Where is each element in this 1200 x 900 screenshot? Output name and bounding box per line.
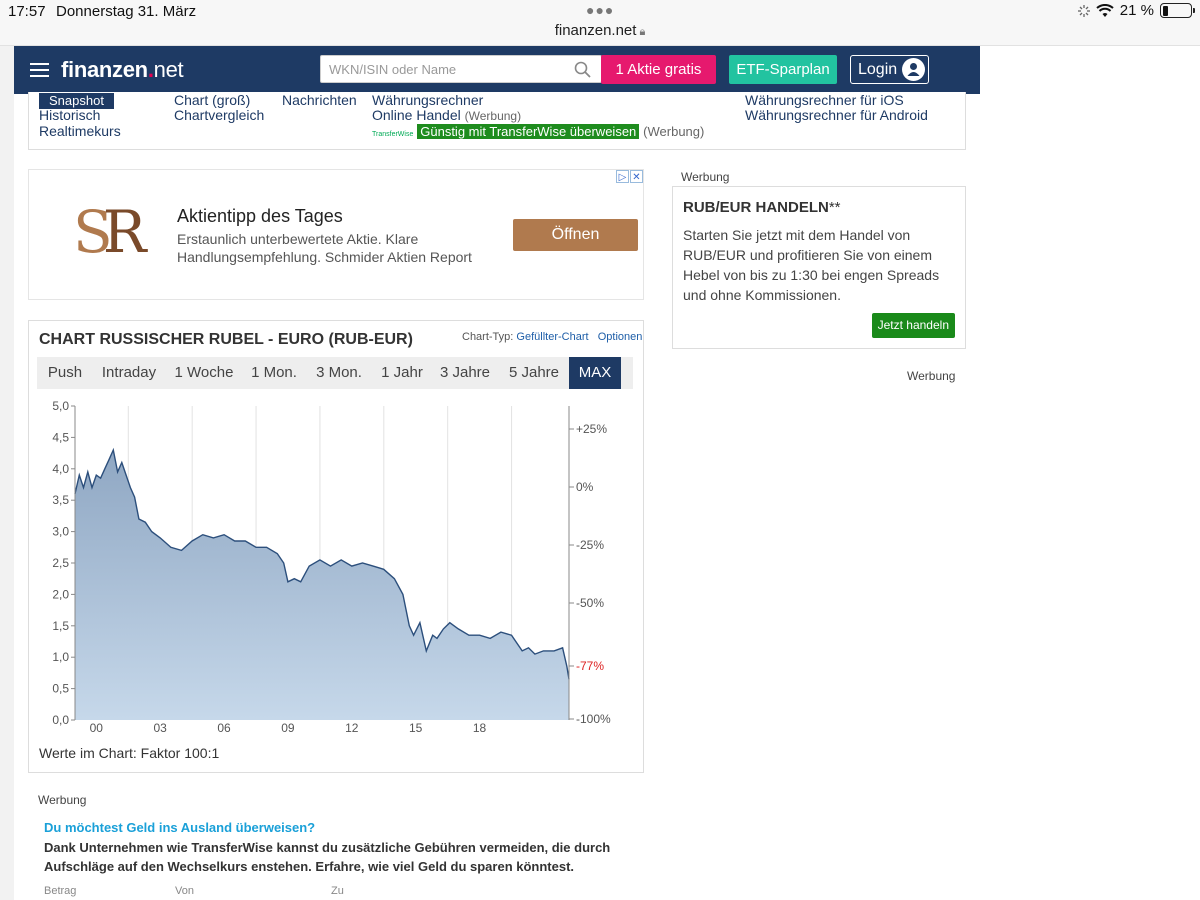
nav-news[interactable]: Nachrichten (282, 92, 357, 108)
battery-percent: 21 % (1119, 2, 1154, 19)
ad-label-2: Werbung (907, 369, 956, 383)
sub-navigation: Snapshot Historisch Realtimekurs Chart (… (28, 92, 966, 150)
x-tick-label: 18 (473, 721, 487, 735)
from-label: Von (175, 885, 194, 897)
y-tick-label: 0,5 (52, 682, 69, 696)
x-tick-label: 15 (409, 721, 423, 735)
transfer-question[interactable]: Du möchtest Geld ins Ausland überweisen? (44, 820, 315, 835)
nav-chart-large[interactable]: Chart (groß) (174, 92, 250, 108)
ad-text: Erstaunlich unterbewertete Aktie. Klare … (177, 231, 472, 265)
user-icon (902, 58, 925, 81)
trade-box: RUB/EUR HANDELN** Starten Sie jetzt mit … (672, 186, 966, 349)
search-box (320, 55, 602, 83)
timeframe-tabs: Push Intraday 1 Woche 1 Mon. 3 Mon. 1 Ja… (37, 357, 633, 389)
nav-transferwise[interactable]: TransferWise Günstig mit TransferWise üb… (372, 123, 704, 139)
chart-panel: CHART RUSSISCHER RUBEL - EURO (RUB-EUR) … (28, 320, 644, 773)
tab-3-years[interactable]: 3 Jahre (431, 357, 499, 389)
to-label: Zu (331, 885, 344, 897)
y-tick-label: 4,0 (52, 462, 69, 476)
battery-icon (1160, 3, 1195, 18)
adchoices-icon[interactable]: ▷ (616, 170, 629, 183)
tab-1-week[interactable]: 1 Woche (165, 357, 243, 389)
transferwise-logo: TransferWise (372, 131, 414, 138)
chart-type-link[interactable]: Gefüllter-Chart (516, 331, 588, 343)
x-tick-label: 00 (90, 721, 104, 735)
tab-1-month[interactable]: 1 Mon. (243, 357, 305, 389)
y2-tick-label: -100% (576, 712, 611, 726)
x-tick-label: 06 (217, 721, 231, 735)
login-button[interactable]: Login (850, 55, 929, 84)
free-stock-button[interactable]: 1 Aktie gratis (601, 55, 716, 84)
ad-title: Aktientipp des Tages (177, 206, 343, 226)
tab-5-years[interactable]: 5 Jahre (499, 357, 569, 389)
ad-banner[interactable]: SR Aktientipp des Tages Erstaunlich unte… (28, 169, 644, 300)
y2-tick-label: 0% (576, 480, 594, 494)
x-tick-label: 09 (281, 721, 295, 735)
transfer-text: Dank Unternehmen wie TransferWise kannst… (44, 840, 611, 874)
trade-now-button[interactable]: Jetzt handeln (871, 313, 955, 338)
y-tick-label: 5,0 (52, 399, 69, 413)
status-indicators: 21 % (1077, 2, 1195, 19)
chart-area (75, 450, 569, 720)
close-icon[interactable]: ✕ (630, 170, 643, 183)
nav-chart-compare[interactable]: Chartvergleich (174, 107, 264, 123)
wifi-icon (1096, 3, 1114, 17)
y2-tick-label: +25% (576, 422, 607, 436)
search-icon[interactable] (574, 61, 591, 78)
y-tick-label: 3,0 (52, 525, 69, 539)
chart-type-selector: Chart-Typ: Gefüllter-Chart Optionen (462, 331, 643, 343)
trade-box-title: RUB/EUR HANDELN** (683, 199, 841, 216)
nav-android-app[interactable]: Währungsrechner für Android (745, 107, 928, 123)
ad-label-bottom: Werbung (38, 793, 87, 807)
site-logo[interactable]: finanzen.net (61, 57, 184, 83)
y2-tick-label: -50% (576, 596, 604, 610)
chart-options-link[interactable]: Optionen (598, 331, 643, 343)
nav-currency-calculator[interactable]: Währungsrechner (372, 92, 483, 108)
etf-savings-plan-button[interactable]: ETF-Sparplan (729, 55, 837, 84)
x-tick-label: 12 (345, 721, 359, 735)
x-tick-label: 03 (153, 721, 167, 735)
status-date: Donnerstag 31. März (56, 3, 197, 20)
status-time: 17:57 (8, 3, 46, 20)
nav-realtimekurs[interactable]: Realtimekurs (39, 123, 121, 139)
tab-3-months[interactable]: 3 Mon. (305, 357, 373, 389)
nav-online-trading[interactable]: Online Handel (Werbung) (372, 107, 521, 123)
tab-intraday[interactable]: Intraday (93, 357, 165, 389)
search-input[interactable] (329, 56, 559, 82)
nav-historisch[interactable]: Historisch (39, 107, 100, 123)
tab-push[interactable]: Push (37, 357, 93, 389)
schmider-logo: SR (73, 198, 146, 266)
lock-icon: 🔒︎ (639, 26, 646, 38)
y-tick-label: 4,5 (52, 430, 69, 444)
y-tick-label: 1,0 (52, 650, 69, 664)
y-tick-label: 3,5 (52, 493, 69, 507)
menu-icon[interactable] (30, 63, 49, 77)
activity-icon (1077, 4, 1090, 17)
tab-max[interactable]: MAX (569, 357, 621, 389)
chart-title: CHART RUSSISCHER RUBEL - EURO (RUB-EUR) (39, 331, 413, 348)
amount-label: Betrag (44, 885, 77, 897)
ios-status-bar: 17:57 Donnerstag 31. März ●●● finanzen.n… (0, 0, 1200, 46)
tab-dots-icon[interactable]: ●●● (586, 2, 614, 18)
y2-tick-label: -25% (576, 538, 604, 552)
login-label: Login (858, 61, 898, 78)
site-header: finanzen.net 1 Aktie gratis ETF-Sparplan… (14, 46, 980, 94)
address-bar[interactable]: finanzen.net 🔒︎ (0, 22, 1200, 39)
page-right-margin (980, 46, 1200, 900)
chart-factor-note: Werte im Chart: Faktor 100:1 (39, 745, 220, 761)
y-tick-label: 1,5 (52, 619, 69, 633)
ad-choices[interactable]: ▷ ✕ (616, 170, 643, 183)
price-chart[interactable]: 00 03 06 09 12 15 18 0,0 0,5 1,0 1,5 2,0 2,5 3,0 3,5 4,… (29, 391, 645, 741)
url-text: finanzen.net (554, 22, 637, 39)
tab-1-year[interactable]: 1 Jahr (373, 357, 431, 389)
nav-ios-app[interactable]: Währungsrechner für iOS (745, 92, 904, 108)
current-change-label: -77% (576, 659, 604, 673)
y-tick-label: 0,0 (52, 713, 69, 727)
trade-box-text: Starten Sie jetzt mit dem Handel von RUB… (683, 227, 940, 303)
y-tick-label: 2,0 (52, 587, 69, 601)
ad-label: Werbung (681, 170, 730, 184)
y-tick-label: 2,5 (52, 556, 69, 570)
ad-open-button[interactable]: Öffnen (513, 219, 638, 251)
